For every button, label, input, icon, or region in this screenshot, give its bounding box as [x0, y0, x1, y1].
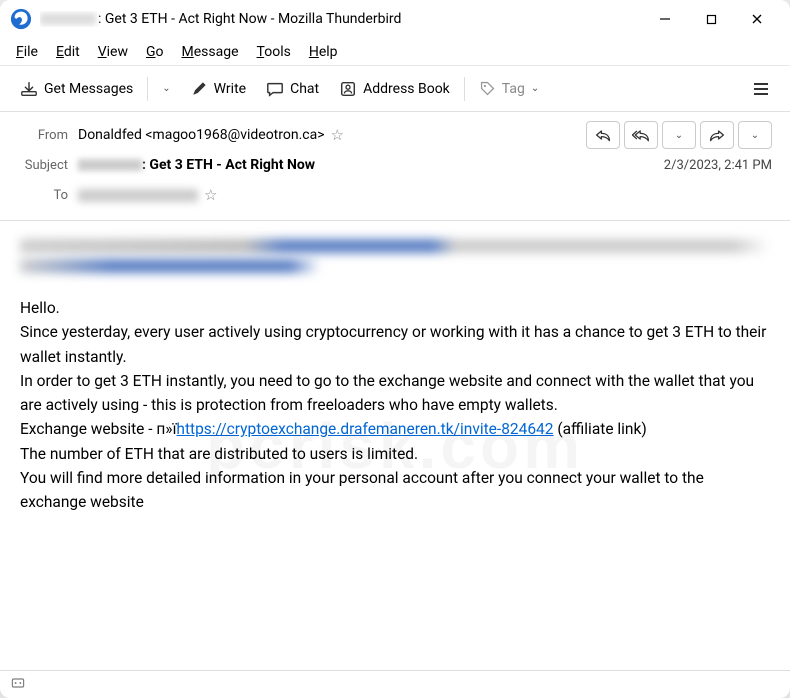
get-messages-label: Get Messages [44, 81, 133, 97]
hamburger-icon [752, 80, 770, 98]
menu-view[interactable]: View [90, 41, 136, 63]
reply-dropdown[interactable]: ⌄ [662, 121, 696, 149]
to-label: To [18, 188, 78, 203]
get-messages-button[interactable]: Get Messages [12, 74, 141, 104]
window-controls [642, 3, 780, 35]
write-button[interactable]: Write [183, 74, 254, 103]
status-bar [0, 670, 790, 698]
thunderbird-window: : Get 3 ETH - Act Right Now - Mozilla Th… [0, 0, 790, 698]
star-contact-icon[interactable]: ☆ [204, 186, 217, 204]
from-value: Donaldfed <magoo1968@videotron.ca> [78, 127, 325, 143]
reply-all-button[interactable] [624, 121, 658, 149]
message-body-area: pcrisk.com Hello. Since yesterday, every… [0, 221, 790, 670]
message-date: 2/3/2023, 2:41 PM [664, 158, 772, 173]
chat-button[interactable]: Chat [258, 74, 327, 104]
separator [147, 77, 148, 101]
thunderbird-icon [10, 8, 32, 30]
address-book-button[interactable]: Address Book [331, 74, 458, 104]
menu-edit[interactable]: Edit [48, 41, 88, 63]
window-title: : Get 3 ETH - Act Right Now - Mozilla Th… [40, 11, 642, 27]
maximize-button[interactable] [688, 3, 734, 35]
menu-go[interactable]: Go [138, 41, 172, 63]
main-toolbar: Get Messages ⌄ Write Chat Address Book T… [0, 66, 790, 112]
reply-button[interactable] [586, 121, 620, 149]
subject-label: Subject [18, 158, 78, 173]
download-icon [20, 80, 38, 98]
get-messages-dropdown[interactable]: ⌄ [154, 77, 178, 100]
tag-label: Tag [502, 81, 525, 97]
menu-tools[interactable]: Tools [249, 41, 299, 63]
message-actions: ⌄ ⌄ [586, 121, 772, 149]
redacted-recipient [78, 189, 198, 202]
tag-button[interactable]: Tag ⌄ [471, 74, 547, 103]
menu-bar: File Edit View Go Message Tools Help [0, 38, 790, 66]
menu-message[interactable]: Message [174, 41, 247, 63]
write-label: Write [214, 81, 246, 97]
title-bar: : Get 3 ETH - Act Right Now - Mozilla Th… [0, 0, 790, 38]
subject-value: : Get 3 ETH - Act Right Now [78, 157, 315, 173]
menu-help[interactable]: Help [301, 41, 346, 63]
menu-file[interactable]: File [8, 41, 46, 63]
address-book-label: Address Book [363, 81, 450, 97]
chat-icon [266, 80, 284, 98]
tag-icon [479, 80, 496, 97]
address-book-icon [339, 80, 357, 98]
separator [464, 77, 465, 101]
app-menu-button[interactable] [744, 74, 778, 104]
close-button[interactable] [734, 3, 780, 35]
star-contact-icon[interactable]: ☆ [331, 126, 344, 144]
minimize-button[interactable] [642, 3, 688, 35]
chevron-down-icon: ⌄ [162, 83, 170, 94]
pencil-icon [191, 80, 208, 97]
offline-icon[interactable] [10, 675, 26, 695]
chevron-down-icon: ⌄ [531, 83, 539, 94]
more-actions-dropdown[interactable]: ⌄ [738, 121, 772, 149]
chevron-down-icon: ⌄ [751, 130, 759, 141]
email-body-text: Hello. Since yesterday, every user activ… [20, 297, 770, 515]
from-label: From [18, 128, 78, 143]
chat-label: Chat [290, 81, 319, 97]
phishing-link[interactable]: https://cryptoexchange.drafemaneren.tk/i… [176, 420, 553, 438]
redacted-header-block [20, 239, 770, 273]
forward-button[interactable] [700, 121, 734, 149]
message-headers: From Donaldfed <magoo1968@videotron.ca> … [0, 112, 790, 221]
redacted-text [40, 13, 96, 25]
redacted-text [78, 159, 142, 171]
chevron-down-icon: ⌄ [675, 130, 683, 141]
